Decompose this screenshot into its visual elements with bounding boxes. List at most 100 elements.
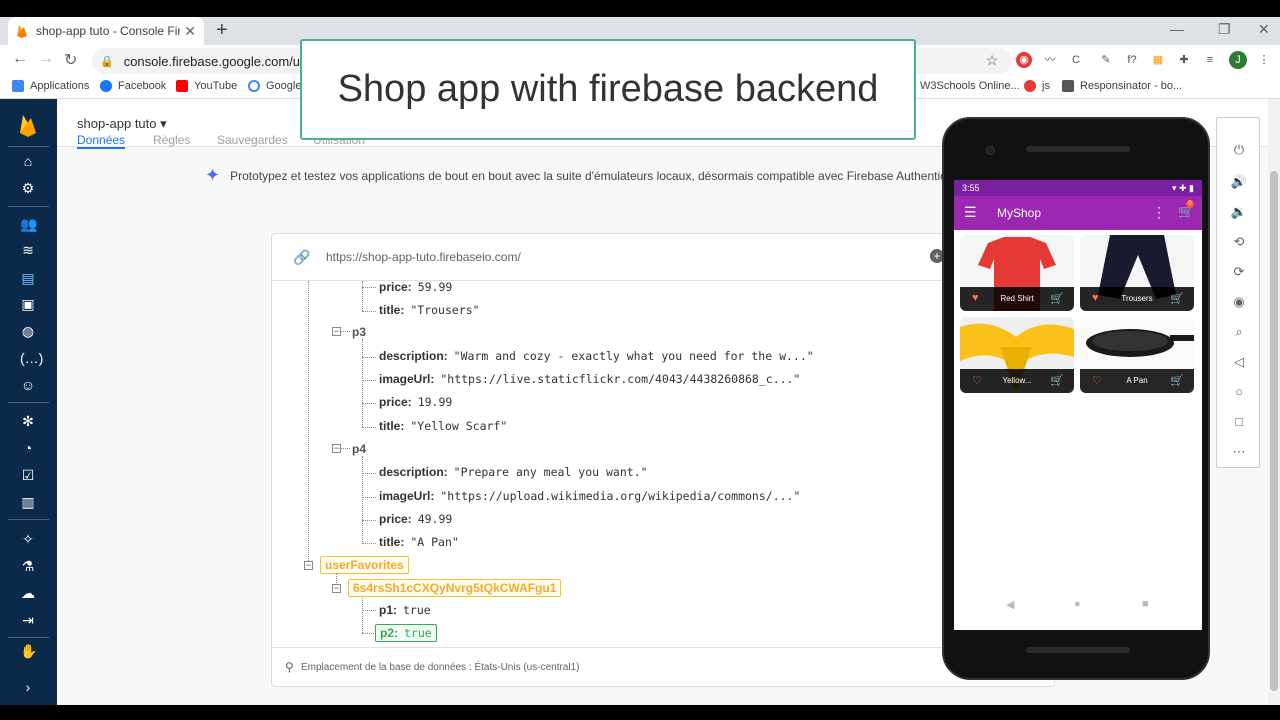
product-tile[interactable]: ♥ Trousers 🛒: [1080, 235, 1194, 311]
page-scrollbar[interactable]: [1268, 99, 1280, 705]
crashlytics-icon[interactable]: ✻: [20, 413, 36, 429]
bookmark-w3schools[interactable]: W3Schools Online...: [920, 80, 1020, 92]
collapse-toggle-icon[interactable]: −: [304, 561, 313, 570]
add-to-cart-icon[interactable]: 🛒: [1050, 374, 1064, 387]
expand-rail-icon[interactable]: ›: [20, 679, 36, 695]
realtime-database-icon[interactable]: ▤: [20, 270, 36, 286]
new-tab-icon[interactable]: +: [216, 19, 228, 42]
extension-icon[interactable]: ✎: [1098, 52, 1114, 68]
extension-icon[interactable]: ◉: [1016, 52, 1032, 68]
screenshot-icon[interactable]: ◉: [1230, 294, 1248, 312]
bookmark-youtube[interactable]: YouTube: [176, 80, 237, 92]
database-url[interactable]: https://shop-app-tuto.firebaseio.com/: [326, 250, 521, 264]
tree-node-user-id[interactable]: 6s4rsSh1cCXQyNvrg5tQkCWAFgu1: [348, 579, 562, 597]
authentication-icon[interactable]: 👥: [20, 216, 37, 232]
tree-leaf[interactable]: imageUrl: "https://live.staticflickr.com/…: [379, 370, 800, 388]
tab-backups[interactable]: Sauvegardes: [217, 133, 288, 147]
maximize-icon[interactable]: ❐: [1218, 21, 1231, 38]
avatar[interactable]: J: [1229, 51, 1247, 69]
extension-icon[interactable]: ▦: [1150, 52, 1166, 68]
tree-leaf[interactable]: title: "Yellow Scarf": [379, 417, 507, 435]
recents-nav-icon[interactable]: ■: [1142, 598, 1149, 610]
collapse-toggle-icon[interactable]: −: [332, 584, 341, 593]
tab-close-icon[interactable]: ✕: [184, 23, 196, 40]
bookmark-facebook[interactable]: Facebook: [100, 80, 166, 92]
add-to-cart-icon[interactable]: 🛒: [1050, 292, 1064, 305]
tree-leaf[interactable]: imageUrl: "https://upload.wikimedia.org/w…: [379, 487, 800, 505]
project-selector[interactable]: shop-app tuto ▾: [77, 116, 167, 132]
tree-node-p4[interactable]: p4: [352, 440, 366, 458]
rotate-right-icon[interactable]: ⟳: [1230, 264, 1248, 282]
product-tile[interactable]: ♡ Yellow... 🛒: [960, 317, 1074, 393]
volume-down-icon[interactable]: 🔉: [1230, 204, 1248, 222]
tab-rules[interactable]: Règles: [153, 133, 190, 147]
hamburger-menu-icon[interactable]: ☰: [964, 204, 977, 221]
extension-icon[interactable]: C: [1068, 52, 1084, 68]
ab-testing-icon[interactable]: ⚗: [20, 558, 36, 574]
reload-icon[interactable]: ↻: [64, 50, 77, 70]
tree-leaf[interactable]: title: "Trousers": [379, 301, 480, 319]
back-icon[interactable]: ←: [12, 50, 28, 68]
ml-icon[interactable]: ☺: [20, 377, 36, 393]
home-nav-icon[interactable]: ●: [1074, 598, 1081, 610]
window-close-icon[interactable]: ✕: [1258, 21, 1270, 38]
forward-icon[interactable]: →: [38, 50, 54, 68]
power-icon[interactable]: ⏻: [1230, 142, 1248, 160]
tree-node-user-favorites[interactable]: userFavorites: [320, 556, 409, 574]
extension-icon[interactable]: 〰: [1042, 52, 1058, 68]
minimize-icon[interactable]: —: [1170, 21, 1184, 37]
zoom-icon[interactable]: ⌕: [1230, 324, 1248, 342]
bookmark-google[interactable]: Google: [248, 80, 301, 92]
extensions-icon[interactable]: ✋: [20, 643, 37, 659]
tree-leaf[interactable]: p1: true: [379, 601, 431, 619]
tree-leaf[interactable]: description: "Prepare any meal you want.": [379, 463, 648, 481]
storage-icon[interactable]: ▣: [20, 296, 36, 312]
test-lab-icon[interactable]: ☑: [20, 467, 36, 483]
dynamic-links-icon[interactable]: ⇥: [20, 612, 36, 628]
tree-node-p3[interactable]: p3: [352, 323, 366, 341]
overview-icon[interactable]: □: [1230, 414, 1248, 432]
product-tile[interactable]: ♥ Red Shirt 🛒: [960, 235, 1074, 311]
rotate-left-icon[interactable]: ⟲: [1230, 234, 1248, 252]
functions-icon[interactable]: (…): [20, 350, 43, 366]
app-distribution-icon[interactable]: ▥: [20, 494, 36, 510]
browser-tab[interactable]: shop-app tuto - Console Firebase ✕: [8, 17, 204, 45]
bookmark-responsinator[interactable]: Responsinator - bo...: [1062, 80, 1182, 92]
back-icon[interactable]: ◁: [1230, 354, 1248, 372]
media-icon[interactable]: ≡: [1202, 52, 1218, 68]
favorite-outline-icon[interactable]: ♡: [1092, 374, 1102, 387]
bookmark-js[interactable]: js: [1024, 80, 1050, 92]
tab-data[interactable]: Données: [77, 133, 126, 149]
tree-leaf[interactable]: description: "Warm and cozy - exactly wha…: [379, 347, 814, 365]
predictions-icon[interactable]: ✧: [20, 531, 36, 547]
add-to-cart-icon[interactable]: 🛒: [1170, 374, 1184, 387]
home-icon[interactable]: ○: [1230, 384, 1248, 402]
puzzle-icon[interactable]: ✚: [1176, 52, 1192, 68]
kebab-menu-icon[interactable]: ⋮: [1256, 52, 1272, 68]
settings-icon[interactable]: ⚙: [20, 180, 36, 196]
firebase-logo-icon[interactable]: [18, 113, 38, 137]
tree-leaf[interactable]: price: 49.99: [379, 510, 452, 528]
back-nav-icon[interactable]: ◀: [1006, 598, 1014, 611]
scrollbar-thumb[interactable]: [1270, 171, 1278, 691]
more-options-icon[interactable]: ⋮: [1152, 204, 1166, 221]
product-tile[interactable]: ♡ A Pan 🛒: [1080, 317, 1194, 393]
tree-leaf-highlighted[interactable]: p2: true: [375, 624, 437, 642]
star-icon[interactable]: ☆: [984, 52, 1000, 68]
firestore-icon[interactable]: ≋: [20, 242, 36, 258]
volume-up-icon[interactable]: 🔊: [1230, 174, 1248, 192]
tree-leaf[interactable]: price: 19.99: [379, 393, 452, 411]
tree-leaf[interactable]: title: "A Pan": [379, 533, 459, 551]
favorite-filled-icon[interactable]: ♥: [972, 292, 979, 304]
bookmark-applications[interactable]: Applications: [12, 80, 89, 92]
favorite-outline-icon[interactable]: ♡: [972, 374, 982, 387]
hosting-icon[interactable]: ◍: [20, 323, 36, 339]
home-icon[interactable]: ⌂: [20, 153, 36, 169]
more-icon[interactable]: ⋯: [1230, 444, 1248, 462]
performance-icon[interactable]: ◔: [20, 440, 36, 456]
add-to-cart-icon[interactable]: 🛒: [1170, 292, 1184, 305]
favorite-filled-icon[interactable]: ♥: [1092, 292, 1099, 304]
remote-config-icon[interactable]: ☁: [20, 585, 36, 601]
tree-leaf[interactable]: price: 59.99: [379, 281, 452, 296]
extension-icon[interactable]: f?: [1124, 52, 1140, 68]
